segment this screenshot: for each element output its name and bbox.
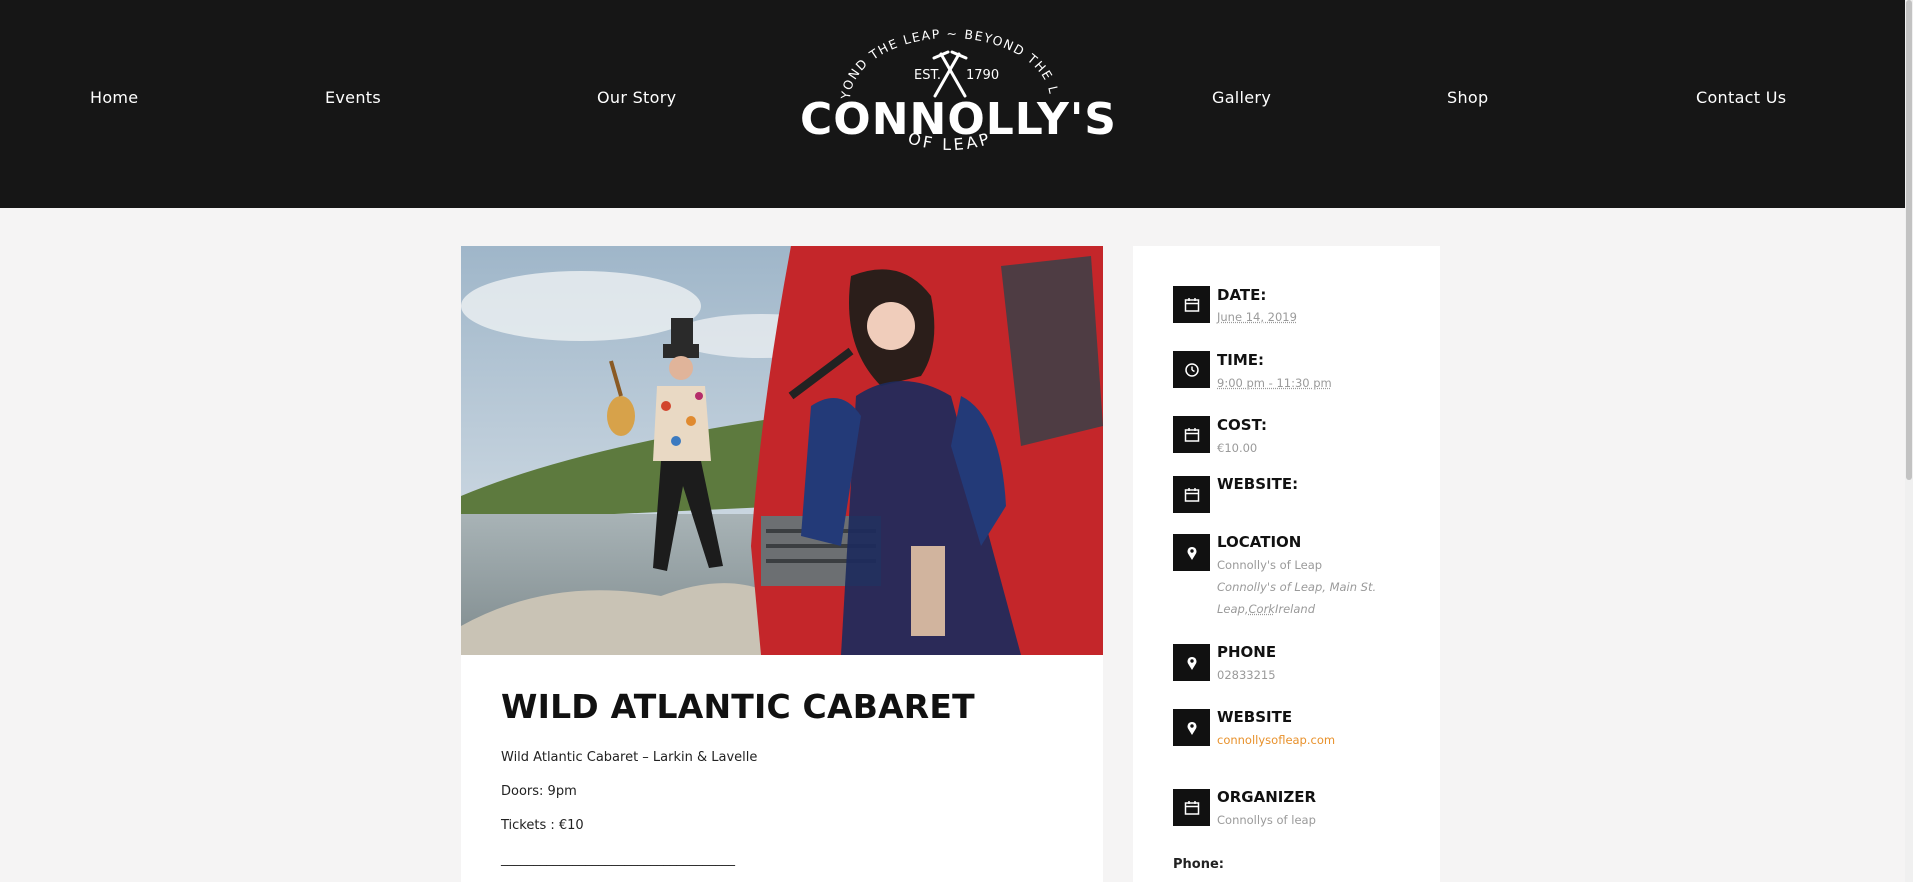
nav-our-story[interactable]: Our Story (597, 88, 676, 107)
cost-label: COST: (1217, 416, 1267, 434)
event-title: WILD ATLANTIC CABARET (501, 687, 975, 726)
event-content: WILD ATLANTIC CABARET Wild Atlantic Caba… (461, 655, 1103, 882)
logo-year: 1790 (966, 68, 1000, 83)
event-divider: ____________________________________ (501, 852, 735, 867)
logo-est: EST. (914, 68, 941, 83)
map-pin-icon (1173, 534, 1210, 571)
venue-website-label: WEBSITE (1217, 708, 1293, 726)
organizer-phone-label: Phone: (1173, 857, 1224, 872)
time-label: TIME: (1217, 351, 1264, 369)
date-value: June 14, 2019 (1217, 310, 1297, 324)
location-address-line-1: Connolly's of Leap, Main St. (1217, 580, 1377, 594)
nav-home[interactable]: Home (90, 88, 138, 107)
nav-shop[interactable]: Shop (1447, 88, 1488, 107)
site-logo[interactable]: BEYOND THE LEAP ~ BEYOND THE LAW OF LEAP… (793, 8, 1117, 180)
date-label: DATE: (1217, 286, 1267, 304)
clock-icon (1173, 351, 1210, 388)
calendar-icon (1173, 789, 1210, 826)
event-line-1: Wild Atlantic Cabaret – Larkin & Lavelle (501, 750, 758, 765)
location-address-line-2: Leap,CorkIreland (1217, 602, 1315, 616)
website-label: WEBSITE: (1217, 475, 1299, 493)
organizer-label: ORGANIZER (1217, 788, 1317, 806)
map-pin-icon (1173, 709, 1210, 746)
phone-value: 02833215 (1217, 668, 1276, 682)
nav-events[interactable]: Events (325, 88, 381, 107)
calendar-icon (1173, 286, 1210, 323)
location-label: LOCATION (1217, 533, 1302, 551)
event-photo (461, 246, 1103, 655)
event-line-3: Tickets : €10 (501, 818, 584, 833)
scrollbar-thumb[interactable] (1906, 0, 1912, 480)
nav-contact-us[interactable]: Contact Us (1696, 88, 1786, 107)
map-pin-icon (1173, 644, 1210, 681)
location-country: Ireland (1274, 602, 1315, 616)
calendar-icon (1173, 416, 1210, 453)
location-county: Cork (1248, 602, 1275, 616)
cost-value: €10.00 (1217, 441, 1258, 455)
organizer-value: Connollys of leap (1217, 813, 1316, 827)
svg-text:BEYOND THE LEAP ~ BEYOND THE L: BEYOND THE LEAP ~ BEYOND THE LAW (800, 20, 1062, 101)
phone-label: PHONE (1217, 643, 1277, 661)
venue-website-link[interactable]: connollysofleap.com (1217, 733, 1335, 747)
event-line-2: Doors: 9pm (501, 784, 577, 799)
site-header: Home Events Our Story Gallery Shop Conta… (0, 0, 1905, 208)
logo-name: CONNOLLY'S (800, 94, 1117, 145)
time-value: 9:00 pm - 11:30 pm (1217, 376, 1332, 390)
event-details-sidebar: DATE: June 14, 2019 TIME: 9:00 pm - 11:3… (1133, 246, 1440, 882)
event-image (461, 246, 1103, 655)
logo-arc-text: BEYOND THE LEAP ~ BEYOND THE LAW (793, 8, 1060, 101)
calendar-icon (1173, 476, 1210, 513)
location-town: Leap, (1217, 602, 1249, 616)
nav-gallery[interactable]: Gallery (1212, 88, 1271, 107)
location-name: Connolly's of Leap (1217, 558, 1323, 572)
